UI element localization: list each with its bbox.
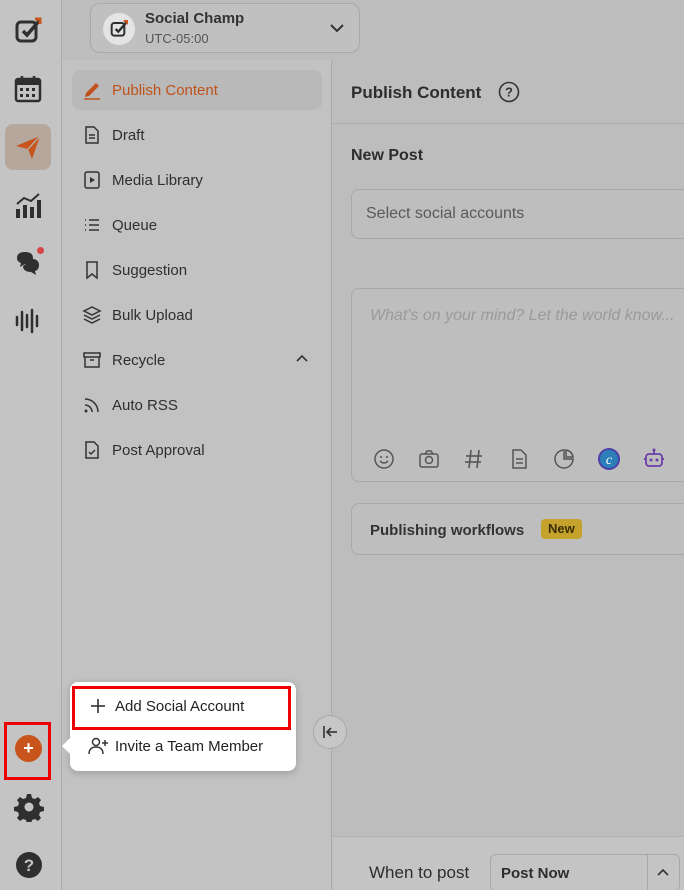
- new-post-title: New Post: [351, 147, 424, 164]
- publishing-workflows[interactable]: Publishing workflows New: [351, 503, 684, 555]
- list-icon: [85, 219, 99, 231]
- nav-bulk-upload[interactable]: Bulk Upload: [72, 295, 322, 335]
- media-icon: [84, 171, 100, 189]
- ai-robot-icon[interactable]: [642, 447, 666, 471]
- nav-publish-content[interactable]: Publish Content: [72, 70, 322, 110]
- post-composer[interactable]: What's on your mind? Let the world know.…: [351, 288, 684, 482]
- notification-dot: [37, 247, 44, 254]
- analytics-icon[interactable]: [5, 182, 51, 228]
- pen-icon: [84, 83, 100, 100]
- nav-draft[interactable]: Draft: [72, 115, 322, 155]
- main-header: Publish Content ?: [333, 60, 684, 124]
- layers-icon: [82, 306, 102, 324]
- nav-suggestion[interactable]: Suggestion: [72, 250, 322, 290]
- invite-team-member-label: Invite a Team Member: [115, 737, 264, 755]
- nav-queue[interactable]: Queue: [72, 205, 322, 245]
- nav-label: Auto RSS: [112, 396, 178, 414]
- archive-icon: [83, 352, 101, 368]
- user-plus-icon: [88, 737, 108, 755]
- nav-label: Post Approval: [112, 441, 205, 459]
- nav-label: Publish Content: [112, 81, 218, 99]
- workspace-logo-icon: [103, 13, 135, 45]
- post-timing-select[interactable]: Post Now: [490, 854, 680, 890]
- nav-label: Recycle: [112, 351, 166, 369]
- collapse-sidebar-button[interactable]: [313, 715, 347, 749]
- schedule-bar: When to post Post Now: [333, 836, 684, 890]
- workspace-selector[interactable]: Social Champ UTC-05:00: [90, 3, 360, 53]
- select-divider: [647, 855, 648, 890]
- workspace-name: Social Champ: [145, 10, 245, 27]
- inbox-chat-icon[interactable]: [5, 240, 51, 286]
- document-icon: [85, 126, 99, 144]
- select-social-accounts[interactable]: Select social accounts: [351, 189, 684, 239]
- emoji-icon[interactable]: [372, 447, 396, 471]
- bookmark-icon: [86, 261, 98, 280]
- rss-icon: [84, 398, 99, 413]
- when-to-post-label: When to post: [369, 863, 470, 882]
- workflows-label: Publishing workflows: [370, 522, 525, 539]
- file-check-icon: [85, 441, 99, 459]
- help-question-icon[interactable]: ?: [14, 850, 44, 880]
- post-now-value: Post Now: [501, 865, 570, 882]
- nav-label: Media Library: [112, 171, 203, 189]
- publish-icon[interactable]: [5, 124, 51, 170]
- workspace-timezone: UTC-05:00: [145, 31, 209, 46]
- listening-waveform-icon[interactable]: [5, 298, 51, 344]
- settings-gear-icon[interactable]: [14, 792, 44, 822]
- popup-arrow: [62, 738, 70, 754]
- help-circle-icon[interactable]: ?: [498, 81, 520, 103]
- nav-media-library[interactable]: Media Library: [72, 160, 322, 200]
- nav-label: Bulk Upload: [112, 306, 193, 324]
- nav-auto-rss[interactable]: Auto RSS: [72, 385, 322, 425]
- collapse-arrow-icon: [323, 726, 337, 738]
- nav-label: Suggestion: [112, 261, 188, 279]
- canva-icon[interactable]: c: [597, 447, 621, 471]
- highlight-plus-button: [4, 722, 51, 780]
- new-badge: New: [541, 519, 582, 539]
- svg-text:c: c: [606, 453, 613, 468]
- pie-chart-icon[interactable]: [552, 447, 576, 471]
- invite-team-member-item[interactable]: Invite a Team Member: [88, 734, 263, 758]
- logo-icon[interactable]: [5, 8, 51, 54]
- template-document-icon[interactable]: [507, 447, 531, 471]
- hashtag-icon[interactable]: [462, 447, 486, 471]
- chevron-up-icon[interactable]: [294, 351, 310, 367]
- nav-label: Queue: [112, 216, 158, 234]
- svg-text:?: ?: [505, 85, 513, 100]
- nav-recycle[interactable]: Recycle: [72, 340, 322, 380]
- nav-post-approval[interactable]: Post Approval: [72, 430, 322, 470]
- camera-icon[interactable]: [417, 447, 441, 471]
- composer-placeholder: What's on your mind? Let the world know.…: [370, 307, 675, 324]
- chevron-up-icon[interactable]: [655, 865, 671, 881]
- calendar-icon[interactable]: [5, 66, 51, 112]
- highlight-add-social-account: [72, 686, 291, 730]
- svg-text:?: ?: [24, 856, 34, 875]
- page-title: Publish Content: [351, 83, 482, 102]
- nav-label: Draft: [112, 126, 145, 144]
- chevron-down-icon: [330, 24, 344, 33]
